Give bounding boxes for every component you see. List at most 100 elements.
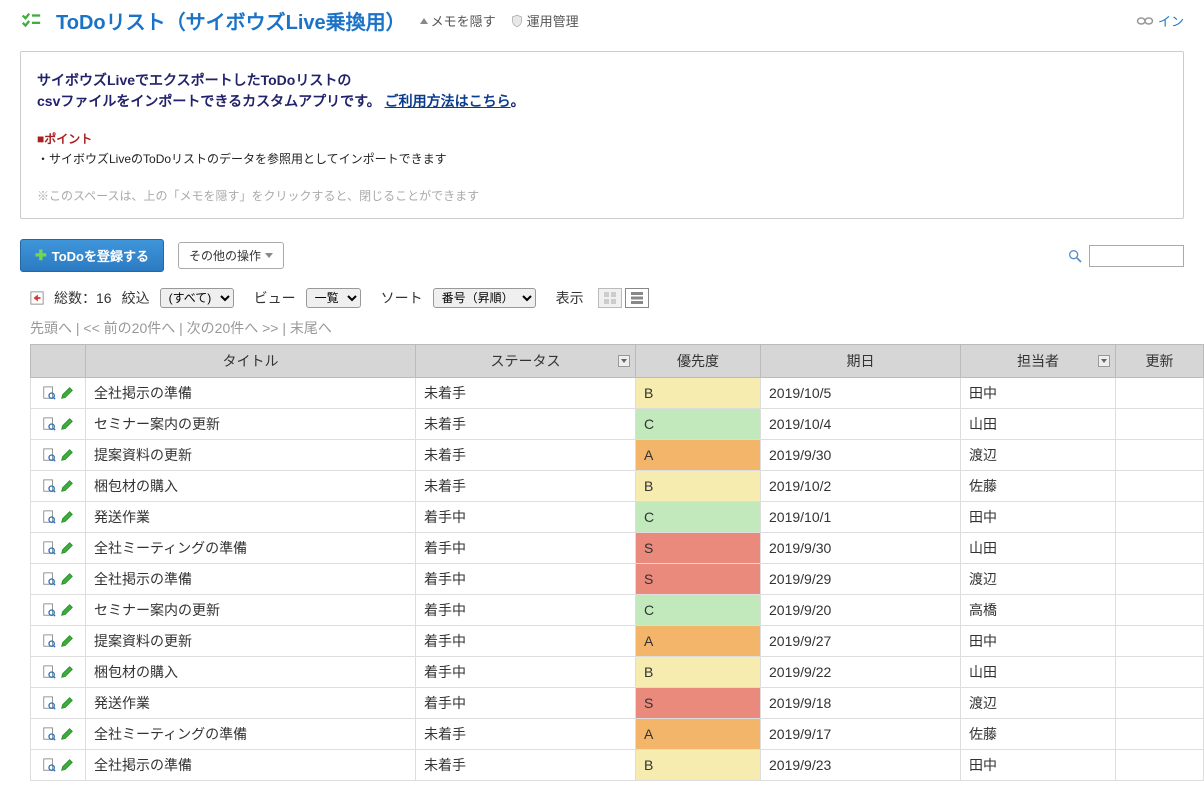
memo-box: サイボウズLiveでエクスポートしたToDoリストの csvファイルをインポート… [20, 51, 1184, 219]
col-status[interactable]: ステータス [416, 345, 636, 378]
filter-label: 絞込 [122, 288, 150, 308]
memo-usage-link[interactable]: ご利用方法はこちら [385, 93, 511, 109]
table-row: 提案資料の更新着手中A2019/9/27田中 [31, 626, 1204, 657]
app-icon [20, 10, 42, 32]
pager: 先頭へ | << 前の20件へ | 次の20件へ >> | 末尾へ [0, 314, 1204, 344]
cell-title: 全社掲示の準備 [86, 378, 416, 409]
cell-updated [1116, 502, 1204, 533]
cell-title: 発送作業 [86, 502, 416, 533]
col-date[interactable]: 期日 [761, 345, 961, 378]
memo-hint: ※このスペースは、上の「メモを隠す」をクリックすると、閉じることができます [37, 187, 1167, 204]
memo-line2: csvファイルをインポートできるカスタムアプリです。 ご利用方法はこちら。 [37, 91, 1167, 112]
cell-status: 着手中 [416, 533, 636, 564]
cell-date: 2019/9/17 [761, 719, 961, 750]
memo-point-item: ・サイボウズLiveのToDoリストのデータを参照用としてインポートできます [37, 150, 1167, 167]
view-grid-button[interactable] [598, 288, 622, 308]
cell-priority: A [636, 440, 761, 471]
cell-title: 全社ミーティングの準備 [86, 719, 416, 750]
cell-status: 未着手 [416, 409, 636, 440]
view-list-button[interactable] [625, 288, 649, 308]
filter-select[interactable]: (すべて) [160, 288, 234, 308]
other-ops-button[interactable]: その他の操作 [178, 242, 284, 269]
edit-icon[interactable] [60, 758, 74, 772]
detail-icon[interactable] [42, 665, 56, 679]
edit-icon[interactable] [60, 510, 74, 524]
detail-icon[interactable] [42, 510, 56, 524]
cell-status: 未着手 [416, 719, 636, 750]
memo-line2-end: 。 [511, 93, 525, 109]
edit-icon[interactable] [60, 417, 74, 431]
cell-date: 2019/9/29 [761, 564, 961, 595]
detail-icon[interactable] [42, 448, 56, 462]
cell-assignee: 山田 [961, 533, 1116, 564]
cell-date: 2019/9/22 [761, 657, 961, 688]
cell-title: 発送作業 [86, 688, 416, 719]
cell-assignee: 渡辺 [961, 564, 1116, 595]
link-right-label[interactable]: イン [1158, 11, 1184, 30]
edit-icon[interactable] [60, 665, 74, 679]
register-todo-button[interactable]: ✚ ToDoを登録する [20, 239, 164, 272]
detail-icon[interactable] [42, 572, 56, 586]
col-updated[interactable]: 更新 [1116, 345, 1204, 378]
goto-icon[interactable] [30, 291, 44, 305]
cell-updated [1116, 564, 1204, 595]
cell-date: 2019/9/23 [761, 750, 961, 781]
detail-icon[interactable] [42, 758, 56, 772]
cell-title: 全社掲示の準備 [86, 564, 416, 595]
edit-icon[interactable] [60, 696, 74, 710]
app-header: ToDoリスト（サイボウズLive乗換用） メモを隠す 運用管理 イン [0, 0, 1204, 41]
view-select[interactable]: 一覧 [306, 288, 361, 308]
admin-link[interactable]: 運用管理 [510, 11, 579, 30]
pager-next: 次の20件へ >> [187, 320, 279, 336]
cell-priority: A [636, 626, 761, 657]
search-icon[interactable] [1067, 248, 1083, 264]
detail-icon[interactable] [42, 696, 56, 710]
chevron-down-icon[interactable] [1098, 355, 1110, 367]
edit-icon[interactable] [60, 572, 74, 586]
table-row: 全社掲示の準備未着手B2019/9/23田中 [31, 750, 1204, 781]
cell-updated [1116, 471, 1204, 502]
table-row: セミナー案内の更新着手中C2019/9/20高橋 [31, 595, 1204, 626]
cell-title: 梱包材の購入 [86, 471, 416, 502]
cell-updated [1116, 533, 1204, 564]
cell-priority: S [636, 533, 761, 564]
cell-status: 未着手 [416, 750, 636, 781]
cell-date: 2019/9/30 [761, 440, 961, 471]
cell-title: 全社ミーティングの準備 [86, 533, 416, 564]
cell-title: 提案資料の更新 [86, 626, 416, 657]
hide-memo-link[interactable]: メモを隠す [420, 11, 496, 30]
other-ops-label: その他の操作 [189, 247, 261, 264]
edit-icon[interactable] [60, 448, 74, 462]
edit-icon[interactable] [60, 727, 74, 741]
detail-icon[interactable] [42, 541, 56, 555]
col-priority[interactable]: 優先度 [636, 345, 761, 378]
cell-date: 2019/9/27 [761, 626, 961, 657]
cell-priority: B [636, 750, 761, 781]
cell-date: 2019/9/30 [761, 533, 961, 564]
edit-icon[interactable] [60, 479, 74, 493]
cell-assignee: 田中 [961, 378, 1116, 409]
detail-icon[interactable] [42, 386, 56, 400]
cell-status: 着手中 [416, 595, 636, 626]
detail-icon[interactable] [42, 479, 56, 493]
col-assignee[interactable]: 担当者 [961, 345, 1116, 378]
edit-icon[interactable] [60, 541, 74, 555]
sort-select[interactable]: 番号（昇順） [433, 288, 536, 308]
detail-icon[interactable] [42, 727, 56, 741]
cell-priority: S [636, 564, 761, 595]
edit-icon[interactable] [60, 634, 74, 648]
todo-table: タイトル ステータス 優先度 期日 担当者 更新 全社掲示の準備未着手B2019… [30, 344, 1204, 781]
search-input[interactable] [1089, 245, 1184, 267]
detail-icon[interactable] [42, 634, 56, 648]
cell-status: 着手中 [416, 502, 636, 533]
detail-icon[interactable] [42, 417, 56, 431]
table-row: 発送作業着手中C2019/10/1田中 [31, 502, 1204, 533]
detail-icon[interactable] [42, 603, 56, 617]
cell-updated [1116, 378, 1204, 409]
memo-line2-text: csvファイルをインポートできるカスタムアプリです。 [37, 93, 381, 109]
pager-last: 末尾へ [290, 320, 332, 336]
edit-icon[interactable] [60, 386, 74, 400]
chevron-down-icon[interactable] [618, 355, 630, 367]
edit-icon[interactable] [60, 603, 74, 617]
col-title[interactable]: タイトル [86, 345, 416, 378]
